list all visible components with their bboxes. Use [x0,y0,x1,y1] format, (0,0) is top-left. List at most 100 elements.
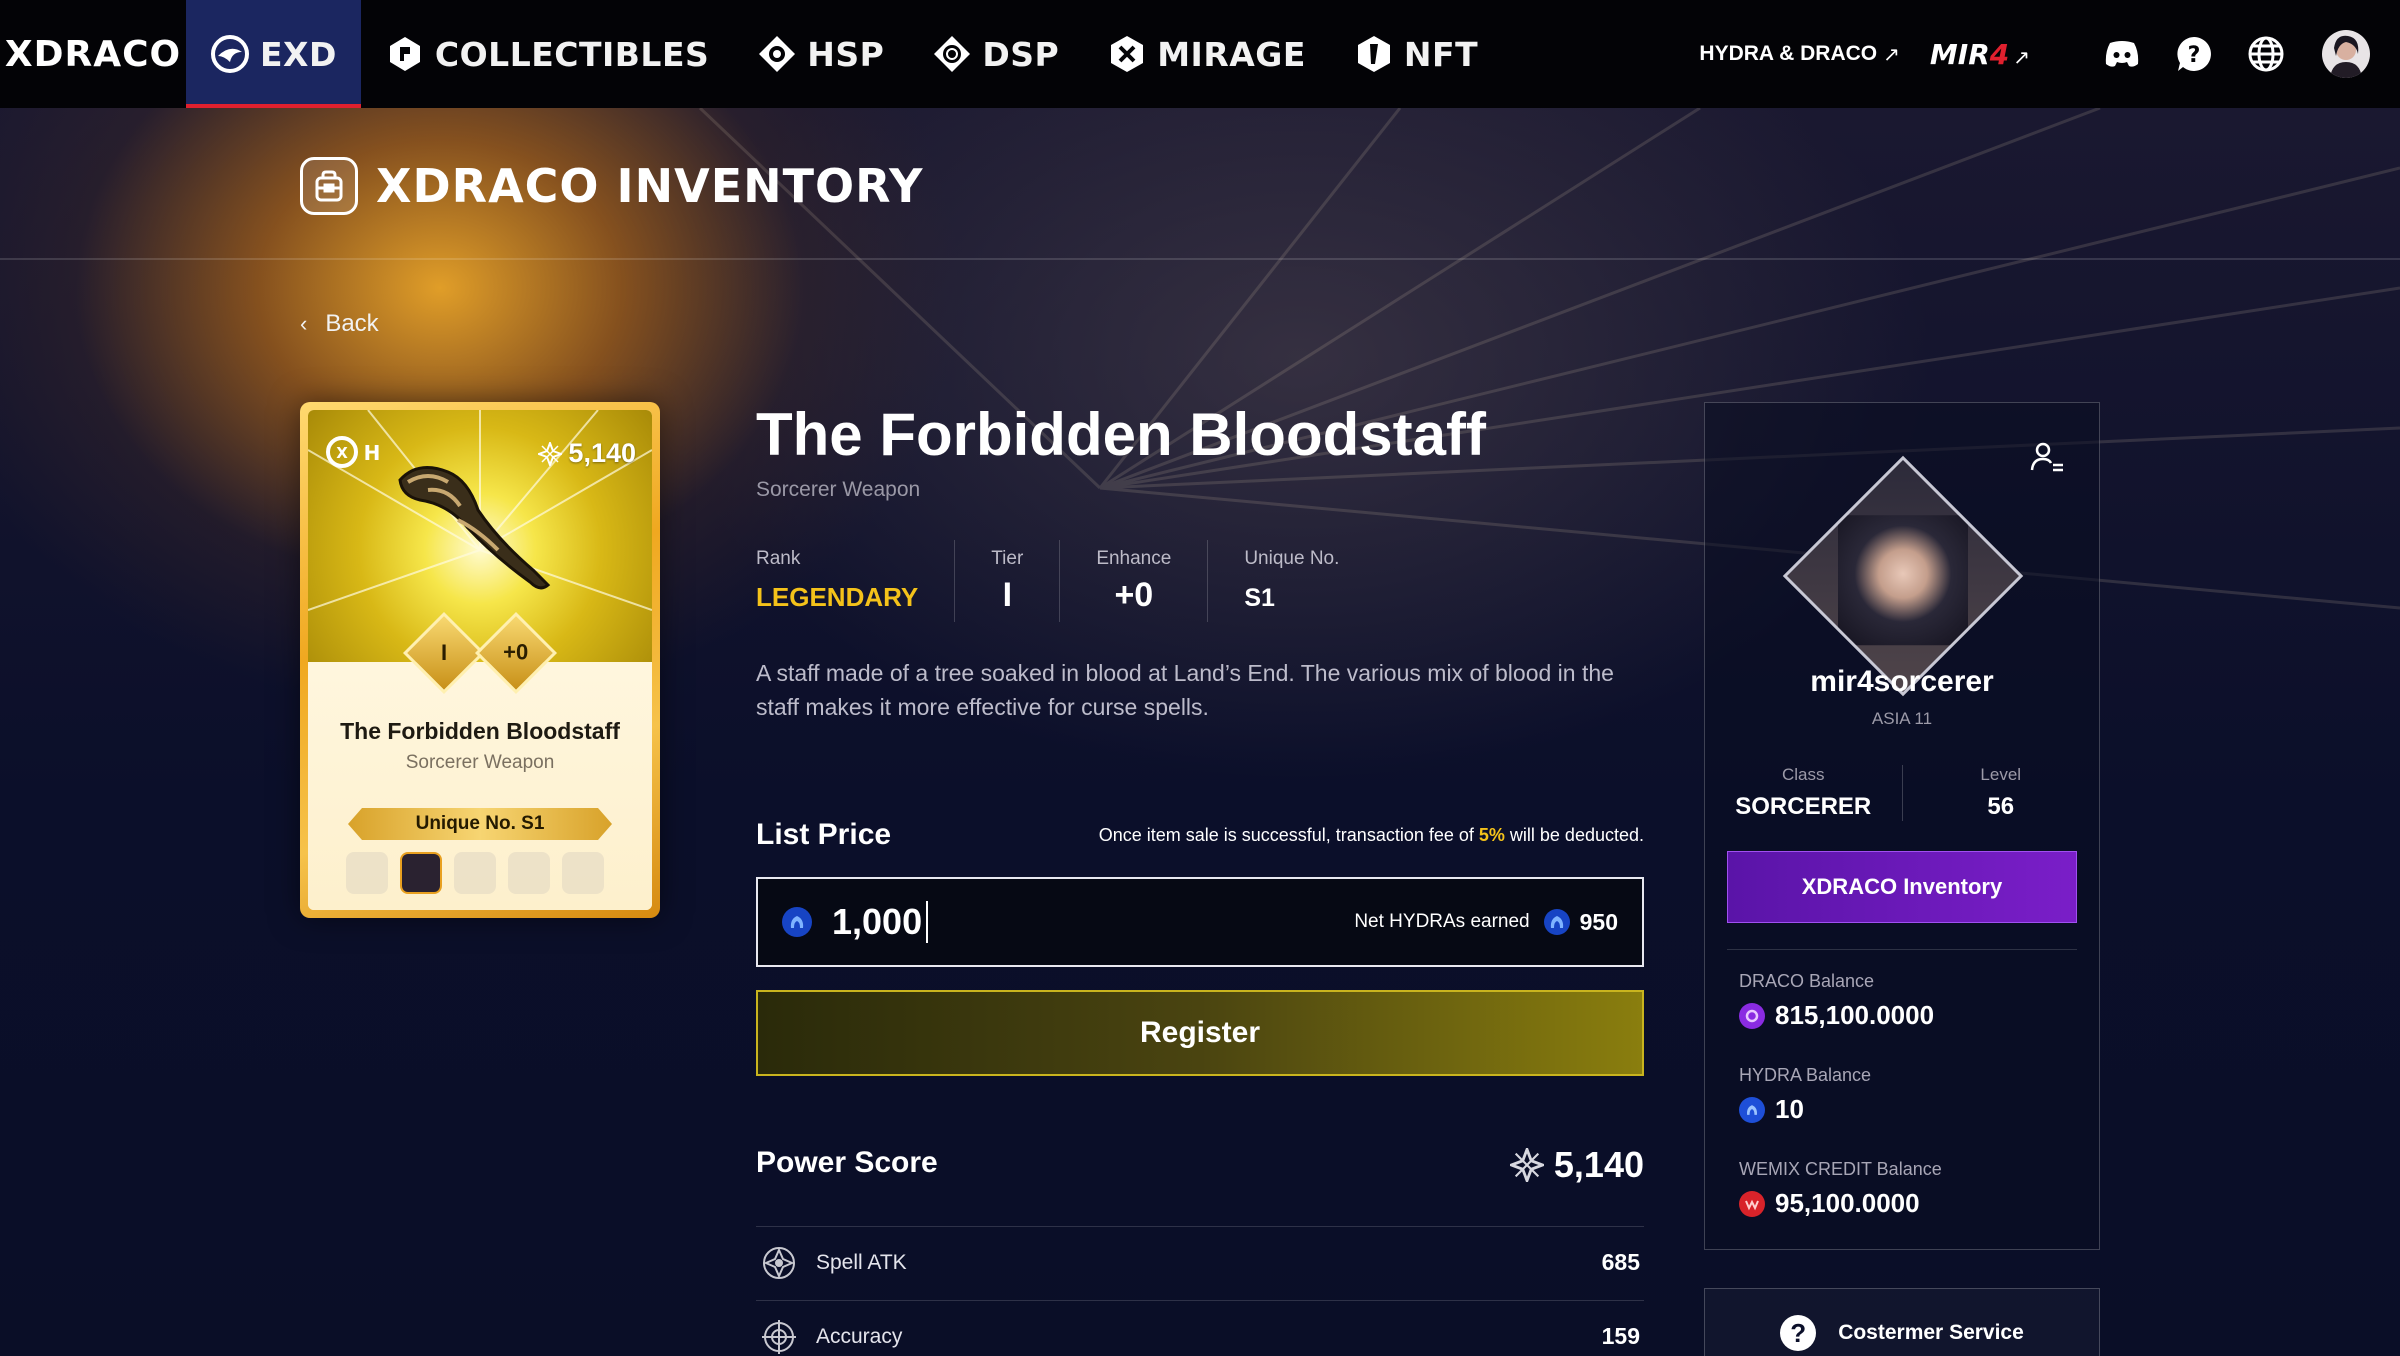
stat-unique-value: S1 [1244,584,1275,612]
fee-percentage: 5% [1478,825,1505,845]
nav-item-nft[interactable]: NFT [1330,0,1502,108]
top-navigation: XDRACO EXD COLLECTIBLES HSP DSP MIRAGE N… [0,0,2400,108]
card-power-score: 5,140 [538,438,636,469]
hydra-coin-icon [1543,909,1570,935]
draco-balance: DRACO Balance 815,100.0000 [1739,971,1934,1031]
card-tier-value: I [440,640,448,665]
wemix-credit-coin-icon [1739,1190,1765,1217]
mir4-link[interactable]: MIR4 ↗ [1930,38,2030,71]
exd-icon [211,35,249,73]
nav-item-label: MIRAGE [1157,34,1306,74]
help-icon[interactable]: ? [2174,34,2214,74]
item-title: The Forbidden Bloodstaff [756,401,1486,468]
stat-rank: Rank LEGENDARY [756,540,954,622]
card-brand-logo: XH [326,436,381,468]
user-avatar-icon[interactable] [2322,30,2370,78]
stat-row-accuracy: Accuracy 159 [756,1300,1644,1356]
card-tier-badge: I [402,611,486,695]
class-label: Class [1781,765,1825,784]
item-card-inner: XH 5,140 I +0 The Forbidden Bloodstaff S… [308,410,652,910]
list-price-input[interactable]: 1,000 Net HYDRAs earned 950 [756,877,1644,967]
nav-item-label: NFT [1403,34,1479,74]
nav-item-label: HSP [807,34,885,74]
card-enhance-value: +0 [503,640,529,665]
brand-logo[interactable]: XDRACO [0,0,186,108]
hsp-icon [759,36,796,72]
class-portrait-icon [454,852,496,894]
fee-note-suffix: will be deducted. [1504,825,1644,845]
list-price-value[interactable]: 1,000 [832,901,929,943]
discord-icon[interactable] [2102,34,2142,74]
nav-item-mirage[interactable]: MIRAGE [1083,0,1330,108]
character-avatar [1782,455,2024,697]
nav-item-exd[interactable]: EXD [186,0,361,108]
card-badges: I +0 [308,611,652,695]
power-score-total-value: 5,140 [1553,1144,1644,1185]
class-level-row: Class SORCERER Level 56 [1705,765,2099,821]
hydra-balance: HYDRA Balance 10 [1739,1065,1871,1125]
card-item-type: Sorcerer Weapon [405,752,555,773]
page-header: XDRACO INVENTORY [300,150,923,222]
list-price-label: List Price [756,818,892,851]
customer-service-label: Costermer Service [1838,1321,2024,1344]
power-score-icon [538,441,563,466]
net-hydras-value: 950 [1579,908,1618,935]
nav-item-label: COLLECTIBLES [434,34,710,74]
hydra-draco-link-label: HYDRA & DRACO [1699,42,1878,65]
profile-panel: mir4sorcerer ASIA 11 Class SORCERER Leve… [1704,402,2100,1250]
nav-item-dsp[interactable]: DSP [908,0,1083,108]
nav-item-collectibles[interactable]: COLLECTIBLES [361,0,733,108]
card-item-name: The Forbidden Bloodstaff [340,718,620,744]
accuracy-icon [762,1319,796,1354]
customer-service-button[interactable]: ? Costermer Service [1704,1288,2100,1356]
language-globe-icon[interactable] [2246,34,2286,74]
nav-item-hsp[interactable]: HSP [733,0,908,108]
balance-value: 95,100.0000 [1775,1188,1920,1218]
balance-value: 815,100.0000 [1775,1000,1935,1030]
xdraco-inventory-button[interactable]: XDRACO Inventory [1727,851,2077,923]
class-column: Class SORCERER [1705,765,1902,821]
class-portrait-icon-selected [400,852,442,894]
stat-row-value: 685 [1601,1249,1640,1275]
power-score-icon [1509,1148,1544,1182]
balance-value-row: 815,100.0000 [1739,1000,1934,1031]
stat-unique: Unique No. S1 [1207,540,1375,622]
hydra-draco-link[interactable]: HYDRA & DRACO ↗ [1699,42,1900,67]
stat-row-value: 159 [1601,1323,1640,1349]
stat-rank-value: LEGENDARY [756,582,919,612]
item-card: XH 5,140 I +0 The Forbidden Bloodstaff S… [300,402,660,918]
stat-enhance-label: Enhance [1096,548,1172,569]
help-icon: ? [1780,1315,1817,1351]
spell-atk-icon [763,1246,795,1279]
hydra-coin-icon [782,907,812,937]
back-link[interactable]: ‹ Back [300,310,379,338]
stat-rank-label: Rank [756,548,801,569]
svg-text:X: X [336,444,348,462]
card-unique-number: Unique No. S1 [348,808,612,840]
dsp-icon [934,36,971,72]
stat-row-name: Spell ATK [816,1250,907,1274]
svg-text:?: ? [2188,43,2201,68]
fee-note-prefix: Once item sale is successful, transactio… [1098,825,1479,845]
external-arrow-icon: ↗ [1883,43,1900,66]
mir4-logo-text: MIR [1929,37,1990,71]
nft-icon [1357,36,1390,72]
character-portrait [1838,515,1968,646]
header-divider [0,258,2400,260]
power-score-label: Power Score [756,1146,938,1179]
class-value: SORCERER [1735,793,1872,820]
level-column: Level 56 [1901,765,2100,821]
svg-text:H: H [364,441,381,465]
external-arrow-icon: ↗ [2013,44,2030,69]
balance-value: 10 [1775,1094,1804,1124]
balance-value-row: 95,100.0000 [1739,1188,1942,1219]
profile-list-icon[interactable] [2029,439,2065,475]
stat-tier-value: I [1002,576,1013,614]
character-server: ASIA 11 [1871,709,1933,728]
nav-right-group: HYDRA & DRACO ↗ MIR4 ↗ ? [1699,0,2370,108]
character-name: mir4sorcerer [1810,665,1994,698]
stat-tier: Tier I [954,540,1059,622]
back-label: Back [325,310,379,337]
card-enhance-badge: +0 [474,611,558,695]
register-button[interactable]: Register [756,990,1644,1076]
